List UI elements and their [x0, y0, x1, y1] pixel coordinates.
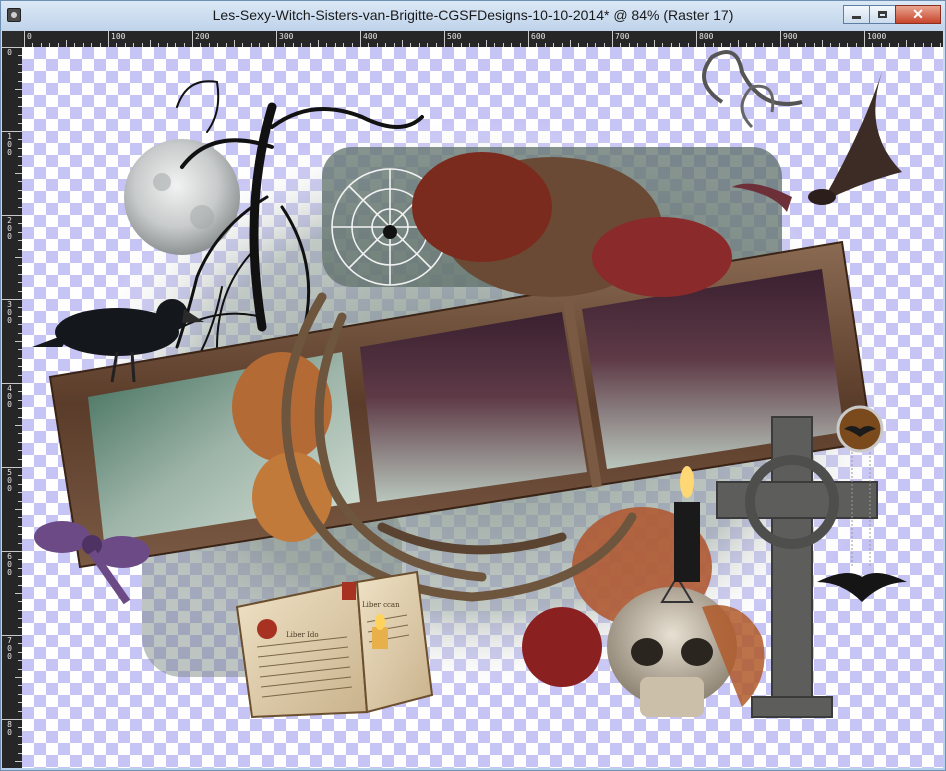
ruler-label: 700 [615, 32, 630, 41]
swirl-ornament [702, 50, 803, 106]
ruler-label: 8 0 [7, 720, 12, 737]
ruler-tick [906, 40, 907, 47]
ruler-tick [15, 425, 22, 426]
spider [383, 225, 397, 239]
ruler-label: 7 0 0 [7, 636, 12, 661]
image-window: Les-Sexy-Witch-Sisters-van-Brigitte-CGSF… [0, 0, 946, 771]
ruler-label: 6 0 0 [7, 552, 12, 577]
ruler-tick [276, 31, 277, 47]
ruler-tick [2, 131, 22, 132]
moon-crater [153, 173, 171, 191]
ruler-tick [318, 40, 319, 47]
ruler-tick [15, 341, 22, 342]
ruler-label: 500 [447, 32, 462, 41]
ruler-label: 5 0 0 [7, 468, 12, 493]
minimize-icon [852, 16, 861, 19]
ruler-label: 600 [531, 32, 546, 41]
artwork: Liber Ido Liber ccan [32, 50, 907, 719]
minimize-button[interactable] [843, 5, 870, 24]
vertical-ruler[interactable]: 0 1 0 0 2 0 0 3 0 0 4 0 0 5 0 0 6 0 0 7 0 0 8 0 [2, 47, 22, 768]
ruler-tick [612, 31, 613, 47]
book-heading-left: Liber Ido [286, 631, 319, 639]
ruler-tick [486, 40, 487, 47]
window-title: Les-Sexy-Witch-Sisters-van-Brigitte-CGSF… [212, 7, 734, 23]
title-bar[interactable]: Les-Sexy-Witch-Sisters-van-Brigitte-CGSF… [1, 1, 945, 31]
ruler-tick [15, 761, 22, 762]
ruler-tick [2, 635, 22, 636]
moon-crater [190, 205, 214, 229]
ruler-tick [654, 40, 655, 47]
ruler-tick [864, 31, 865, 47]
ruler-label: 800 [699, 32, 714, 41]
ruler-tick [780, 31, 781, 47]
ruler-label: 400 [363, 32, 378, 41]
ruler-label: 1 0 0 [7, 132, 12, 157]
ruler-tick [2, 299, 22, 300]
ruler-tick [15, 89, 22, 90]
ruler-tick [108, 31, 109, 47]
ruler-tick [2, 383, 22, 384]
book-candle [372, 627, 388, 649]
ruler-label: 0 [7, 48, 12, 57]
ruler-tick [2, 551, 22, 552]
ruler-tick [696, 31, 697, 47]
maximize-button[interactable] [869, 5, 896, 24]
ruler-tick [15, 257, 22, 258]
book-initial-left [257, 619, 277, 639]
ruler-tick [15, 173, 22, 174]
ruler-tick [528, 31, 529, 47]
candle-flame [375, 614, 385, 630]
ruler-tick [2, 47, 22, 48]
close-button[interactable]: ✕ [895, 5, 941, 24]
ruler-label: 1000 [867, 32, 887, 41]
ruler-corner [2, 31, 22, 47]
ruler-tick [402, 40, 403, 47]
ruler-tick [444, 31, 445, 47]
horizontal-ruler[interactable]: 0 100 200 300 400 500 600 700 800 900 1000 [22, 31, 943, 47]
maximize-icon [878, 11, 887, 18]
ruler-label: 0 [27, 32, 32, 41]
ruler-tick [234, 40, 235, 47]
full-moon [124, 139, 240, 255]
ruler-tick [2, 467, 22, 468]
ruler-label: 4 0 0 [7, 384, 12, 409]
image-canvas[interactable]: Liber Ido Liber ccan [22, 47, 943, 768]
ruler-label: 2 0 0 [7, 216, 12, 241]
ruler-tick [24, 31, 25, 47]
ruler-tick [822, 40, 823, 47]
candle-flame [680, 466, 694, 498]
ruler-label: 900 [783, 32, 798, 41]
ruler-tick [2, 719, 22, 720]
close-icon: ✕ [912, 6, 924, 22]
ruler-tick [192, 31, 193, 47]
ruler-tick [360, 31, 361, 47]
book-heading-right: Liber ccan [362, 601, 400, 609]
ruler-tick [570, 40, 571, 47]
hanging-bat-charm [817, 573, 907, 602]
ruler-label: 100 [111, 32, 126, 41]
ruler-tick [15, 509, 22, 510]
ruler-label: 200 [195, 32, 210, 41]
ruler-tick [15, 593, 22, 594]
ruler-tick [15, 677, 22, 678]
ruler-tick [150, 40, 151, 47]
ruler-tick [738, 40, 739, 47]
ruler-tick [66, 40, 67, 47]
black-candle [674, 502, 700, 582]
ruler-label: 3 0 0 [7, 300, 12, 325]
ruler-tick [2, 215, 22, 216]
ruler-label: 300 [279, 32, 294, 41]
window-controls: ✕ [843, 5, 941, 24]
book-initial-right [342, 582, 356, 600]
